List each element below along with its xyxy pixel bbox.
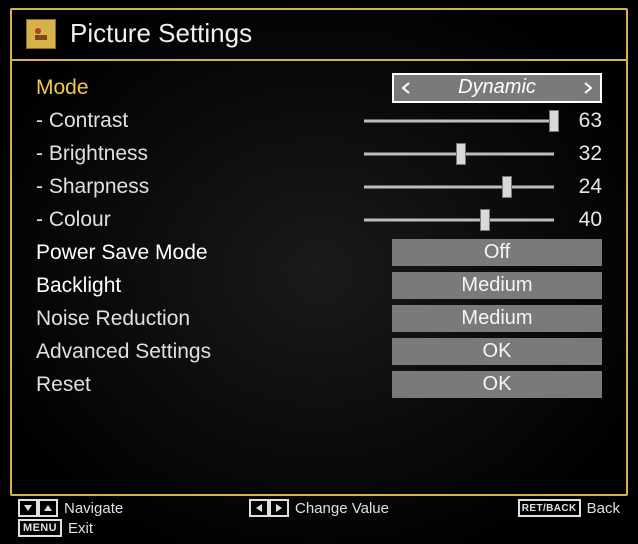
- hint-exit: MENU Exit: [18, 519, 219, 537]
- retback-key-icon: RET/BACK: [518, 499, 581, 517]
- settings-list: Mode Dynamic Contrast: [12, 61, 626, 494]
- advanced-settings-button[interactable]: OK: [392, 338, 602, 365]
- mode-value: Dynamic: [414, 76, 580, 99]
- slider-thumb[interactable]: [480, 209, 490, 231]
- row-colour[interactable]: Colour 40: [36, 203, 602, 236]
- back-label: Back: [587, 500, 620, 517]
- row-noise-reduction[interactable]: Noise Reduction Medium: [36, 302, 602, 335]
- label-colour: Colour: [36, 208, 336, 232]
- slider-thumb[interactable]: [549, 110, 559, 132]
- slider-brightness[interactable]: [364, 145, 554, 163]
- power-save-value[interactable]: Off: [392, 239, 602, 266]
- slider-colour[interactable]: [364, 211, 554, 229]
- row-power-save[interactable]: Power Save Mode Off: [36, 236, 602, 269]
- reset-button[interactable]: OK: [392, 371, 602, 398]
- navigate-label: Navigate: [64, 500, 123, 517]
- slider-contrast[interactable]: [364, 112, 554, 130]
- change-value-label: Change Value: [295, 500, 389, 517]
- chevron-right-icon[interactable]: [580, 80, 596, 96]
- row-reset[interactable]: Reset OK: [36, 368, 602, 401]
- footer-hints: Navigate Change Value RET/BACK Back MENU…: [18, 498, 620, 538]
- hint-navigate: Navigate: [18, 499, 219, 517]
- label-mode: Mode: [36, 76, 336, 100]
- slider-thumb[interactable]: [502, 176, 512, 198]
- row-sharpness[interactable]: Sharpness 24: [36, 170, 602, 203]
- row-mode[interactable]: Mode Dynamic: [36, 71, 602, 104]
- updown-keys-icon: [18, 499, 58, 517]
- row-brightness[interactable]: Brightness 32: [36, 137, 602, 170]
- hint-change-value: Change Value: [219, 499, 420, 517]
- noise-reduction-value[interactable]: Medium: [392, 305, 602, 332]
- label-noise-reduction: Noise Reduction: [36, 307, 336, 331]
- menu-key-icon: MENU: [18, 519, 62, 537]
- label-brightness: Brightness: [36, 142, 336, 166]
- value-brightness: 32: [566, 142, 602, 166]
- value-contrast: 63: [566, 109, 602, 133]
- screen: Picture Settings Mode Dynamic: [0, 0, 638, 544]
- label-contrast: Contrast: [36, 109, 336, 133]
- label-power-save: Power Save Mode: [36, 241, 336, 265]
- panel-title: Picture Settings: [70, 18, 252, 49]
- row-backlight[interactable]: Backlight Medium: [36, 269, 602, 302]
- slider-thumb[interactable]: [456, 143, 466, 165]
- leftright-keys-icon: [249, 499, 289, 517]
- picture-settings-icon: [26, 19, 56, 49]
- row-advanced-settings[interactable]: Advanced Settings OK: [36, 335, 602, 368]
- chevron-left-icon[interactable]: [398, 80, 414, 96]
- label-backlight: Backlight: [36, 274, 336, 298]
- value-colour: 40: [566, 208, 602, 232]
- label-reset: Reset: [36, 373, 336, 397]
- slider-sharpness[interactable]: [364, 178, 554, 196]
- value-sharpness: 24: [566, 175, 602, 199]
- exit-label: Exit: [68, 520, 93, 537]
- panel-header: Picture Settings: [12, 10, 626, 61]
- settings-panel: Picture Settings Mode Dynamic: [10, 8, 628, 496]
- label-advanced-settings: Advanced Settings: [36, 340, 336, 364]
- row-contrast[interactable]: Contrast 63: [36, 104, 602, 137]
- mode-selector[interactable]: Dynamic: [392, 73, 602, 103]
- backlight-value[interactable]: Medium: [392, 272, 602, 299]
- hint-back: RET/BACK Back: [419, 499, 620, 517]
- label-sharpness: Sharpness: [36, 175, 336, 199]
